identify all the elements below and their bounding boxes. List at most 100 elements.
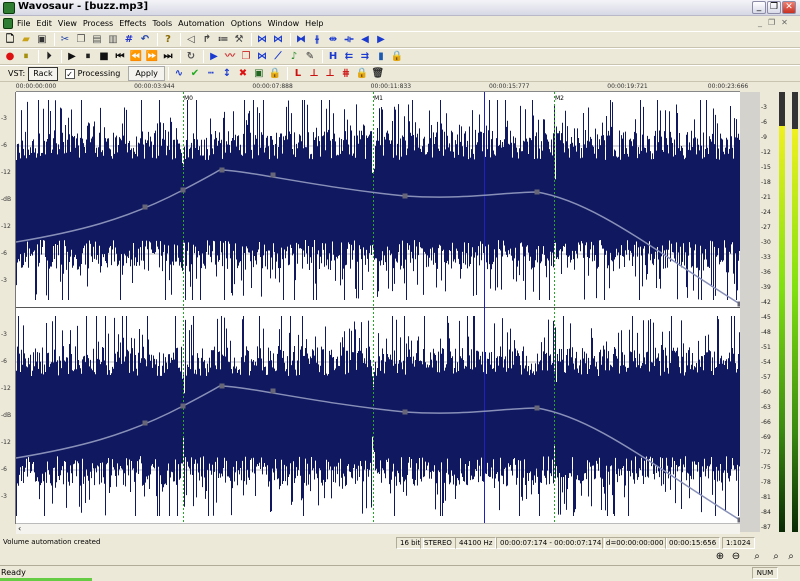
spikes-icon[interactable]: ⋕ xyxy=(339,67,353,81)
menu-edit[interactable]: Edit xyxy=(33,16,55,31)
go-start-icon[interactable]: ⏮ xyxy=(113,50,127,64)
new-file-icon[interactable]: 🗋 xyxy=(3,33,17,47)
menu-file[interactable]: File xyxy=(14,16,33,31)
automation-curve-icon[interactable]: ∿ xyxy=(172,67,186,81)
marker-down-l-icon[interactable]: ⊥ xyxy=(307,67,321,81)
undo-icon[interactable]: ↶ xyxy=(138,33,152,47)
copy-region-icon[interactable]: ❐ xyxy=(239,50,253,64)
marker-icon[interactable]: H xyxy=(326,50,340,64)
window-title: Wavosaur - [buzz.mp3] xyxy=(18,1,149,12)
trim-left-icon[interactable]: ⋈ xyxy=(255,33,269,47)
timeline-label: 00:00:03:944 xyxy=(134,83,175,90)
timeline-label: 00:00:15:777 xyxy=(488,83,530,90)
scroll-left-arrow[interactable]: ‹ xyxy=(18,524,21,533)
forward-icon[interactable]: ⏩ xyxy=(145,50,159,64)
region-icon[interactable]: ▮ xyxy=(374,50,388,64)
apply-button[interactable]: Apply xyxy=(128,66,165,81)
speaker-icon[interactable]: ◁ xyxy=(184,33,198,47)
play-icon[interactable]: ▶ xyxy=(65,50,79,64)
trim-both-icon[interactable]: ⋈ xyxy=(271,33,285,47)
envelope-icon[interactable]: 〰 xyxy=(223,50,237,64)
wrench-icon[interactable]: ⚒ xyxy=(232,33,246,47)
save-icon[interactable]: ▣ xyxy=(35,33,49,47)
trash-icon[interactable]: 🗑 xyxy=(371,67,385,81)
record-icon[interactable]: ● xyxy=(3,50,17,64)
copy-icon[interactable]: ❐ xyxy=(74,33,88,47)
loop-icon[interactable]: ↻ xyxy=(184,50,198,64)
lock-icon[interactable]: 🔒 xyxy=(268,67,282,81)
pause-icon[interactable]: ⏸ xyxy=(81,50,95,64)
horizontal-scrollbar[interactable]: ‹ xyxy=(16,523,740,534)
zoom-vertical-out-icon[interactable]: ⌕ xyxy=(784,550,798,563)
meter-scale-label: -9 xyxy=(761,134,767,141)
close-button[interactable]: ✕ xyxy=(782,1,796,14)
menu-options[interactable]: Options xyxy=(228,16,265,31)
updown-icon[interactable]: ↕ xyxy=(220,67,234,81)
check-icon[interactable]: ✔ xyxy=(188,67,202,81)
rack-button[interactable]: Rack xyxy=(28,66,58,81)
help-key-icon[interactable]: ? xyxy=(161,33,175,47)
play-box-icon[interactable]: ▣ xyxy=(252,67,266,81)
pencil-icon[interactable]: ✎ xyxy=(303,50,317,64)
menu-window[interactable]: Window xyxy=(265,16,303,31)
play-from-icon[interactable]: ⏵ xyxy=(42,50,56,64)
cut-icon[interactable]: ✂ xyxy=(58,33,72,47)
pause-rec-icon[interactable]: ⏸ xyxy=(19,50,33,64)
menu-automation[interactable]: Automation xyxy=(175,16,228,31)
loop-arrow-icon[interactable]: ↱ xyxy=(200,33,214,47)
toolbar-separator xyxy=(180,50,181,63)
meter-scale-label: -21 xyxy=(761,194,771,201)
zoom-fit-icon[interactable]: ⌕ xyxy=(750,550,764,563)
zoom-in-icon[interactable]: ⊕ xyxy=(713,550,727,563)
open-folder-icon[interactable]: ▰ xyxy=(19,33,33,47)
app-icon xyxy=(3,2,15,14)
paste-mix-icon[interactable]: ▥ xyxy=(106,33,120,47)
zoom-vertical-in-icon[interactable]: ⌕ xyxy=(769,550,783,563)
normalize-icon[interactable]: ⋈ xyxy=(255,50,269,64)
delete-x-icon[interactable]: ✖ xyxy=(236,67,250,81)
menu-help[interactable]: Help xyxy=(302,16,326,31)
marker-down-r-icon[interactable]: ⊥ xyxy=(323,67,337,81)
timeline-label: 00:00:11:833 xyxy=(370,83,412,90)
meter-scale-label: -24 xyxy=(761,209,771,216)
rewind-icon[interactable]: ⏪ xyxy=(129,50,143,64)
restore-button[interactable]: ❐ xyxy=(767,1,781,14)
waveform-view[interactable]: M0 M1 M2 xyxy=(16,92,740,523)
automation-node xyxy=(402,409,408,415)
dashes-icon[interactable]: ┅ xyxy=(204,67,218,81)
zoom-out-icon[interactable]: ⊖ xyxy=(729,550,743,563)
left-marker-icon[interactable]: L xyxy=(291,67,305,81)
cursor-position: 00:00:15:656 xyxy=(665,537,721,549)
meter-scale-label: -63 xyxy=(761,404,771,411)
crop-icon[interactable]: # xyxy=(122,33,136,47)
go-end-icon[interactable]: ⏭ xyxy=(161,50,175,64)
stop-icon[interactable]: ■ xyxy=(97,50,111,64)
db-scale-label: -12 xyxy=(1,385,11,392)
fade-icon[interactable]: ⟋ xyxy=(271,50,285,64)
paste-icon[interactable]: ▤ xyxy=(90,33,104,47)
insert-icon[interactable]: ⫳ xyxy=(310,33,324,47)
move-right-icon[interactable]: ⇉ xyxy=(358,50,372,64)
menu-effects[interactable]: Effects xyxy=(116,16,149,31)
bpm-icon[interactable]: ♪ xyxy=(287,50,301,64)
minimize-button[interactable]: _ xyxy=(752,1,766,14)
arrow-left-icon[interactable]: ◀ xyxy=(358,33,372,47)
arrow-right-icon[interactable]: ▶ xyxy=(374,33,388,47)
timeline-ruler[interactable]: 00:00:00:000 00:00:03:944 00:00:07:888 00:0… xyxy=(16,82,748,92)
insert-file-icon[interactable]: ▶ xyxy=(207,50,221,64)
overview-strip xyxy=(740,92,760,532)
lock-icon[interactable]: 🔒 xyxy=(390,50,404,64)
split-icon[interactable]: ⧓ xyxy=(294,33,308,47)
shrink-icon[interactable]: ⇹ xyxy=(326,33,340,47)
list-icon[interactable]: ≔ xyxy=(216,33,230,47)
meter-scale-label: -18 xyxy=(761,179,771,186)
processing-checkbox[interactable]: ✓ xyxy=(64,68,75,79)
move-left-icon[interactable]: ⇇ xyxy=(342,50,356,64)
menu-view[interactable]: View xyxy=(55,16,80,31)
waveform-channel-2 xyxy=(16,316,740,516)
menu-tools[interactable]: Tools xyxy=(149,16,175,31)
mdi-controls[interactable]: _❐✕ xyxy=(758,18,794,27)
lock-icon[interactable]: 🔒 xyxy=(355,67,369,81)
fit-icon[interactable]: ⟛ xyxy=(342,33,356,47)
menu-process[interactable]: Process xyxy=(80,16,116,31)
